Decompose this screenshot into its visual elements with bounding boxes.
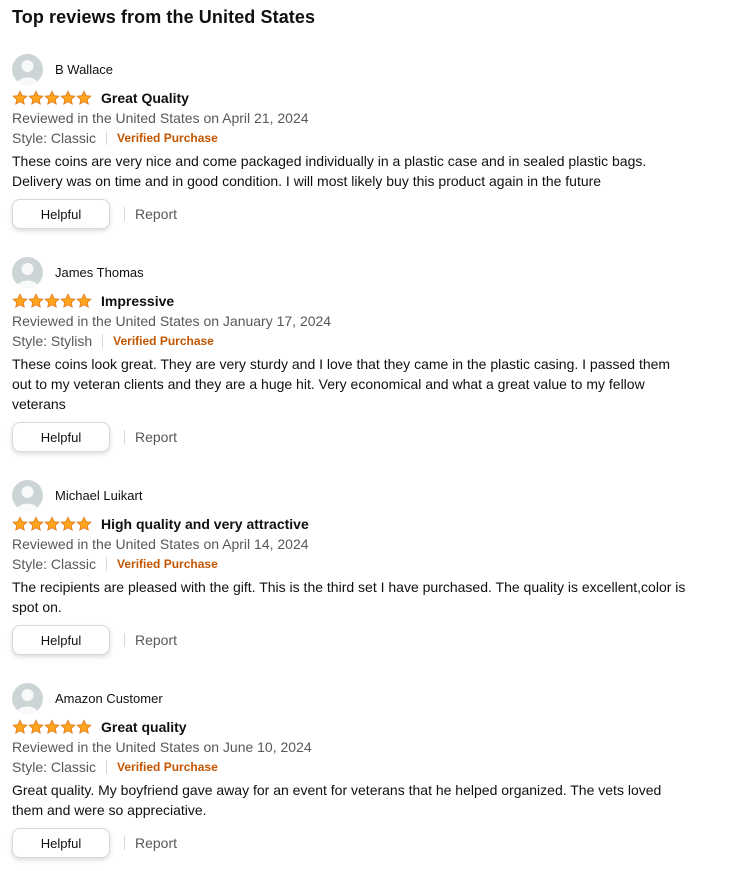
review-date: Reviewed in the United States on April 2… (12, 110, 309, 126)
star-icon (60, 293, 76, 308)
star-icon (12, 719, 28, 734)
star-icon (28, 719, 44, 734)
star-rating[interactable] (12, 90, 92, 106)
divider (102, 334, 104, 348)
star-icon (76, 516, 92, 531)
star-rating[interactable] (12, 516, 92, 532)
reviewer-row: Michael Luikart (12, 479, 712, 511)
review-style[interactable]: Style: Classic (12, 130, 96, 146)
star-icon (60, 516, 76, 531)
review-item: Michael Luikart High quality and very at… (12, 479, 712, 655)
review-title[interactable]: Great quality (101, 719, 187, 735)
verified-purchase-badge: Verified Purchase (117, 131, 218, 145)
divider (124, 207, 125, 221)
star-icon (28, 90, 44, 105)
helpful-button[interactable]: Helpful (12, 625, 110, 655)
divider (106, 557, 108, 571)
review-date: Reviewed in the United States on April 1… (12, 536, 309, 552)
verified-purchase-badge: Verified Purchase (117, 557, 218, 571)
verified-purchase-badge: Verified Purchase (113, 334, 214, 348)
review-title[interactable]: Great Quality (101, 90, 189, 106)
star-icon (44, 90, 60, 105)
section-title: Top reviews from the United States (12, 7, 316, 27)
review-item: James Thomas Impressive Reviewed in the … (12, 256, 712, 452)
reviews-page: Top reviews from the United States B Wal… (0, 0, 739, 871)
user-avatar-icon (12, 53, 43, 85)
star-icon (76, 719, 92, 734)
star-icon (28, 516, 44, 531)
review-date: Reviewed in the United States on June 10… (12, 739, 312, 755)
user-avatar-icon (12, 479, 43, 511)
review-title[interactable]: Impressive (101, 293, 174, 309)
star-icon (12, 516, 28, 531)
review-date: Reviewed in the United States on January… (12, 313, 332, 329)
review-style[interactable]: Style: Stylish (12, 333, 92, 349)
review-body: The recipients are pleased with the gift… (12, 579, 686, 615)
reviewer-row: B Wallace (12, 53, 712, 85)
report-link[interactable]: Report (135, 835, 177, 851)
helpful-button[interactable]: Helpful (12, 422, 110, 452)
star-icon (28, 293, 44, 308)
divider (106, 760, 108, 774)
review-style[interactable]: Style: Classic (12, 556, 96, 572)
verified-purchase-badge: Verified Purchase (117, 760, 218, 774)
star-icon (60, 90, 76, 105)
star-icon (12, 90, 28, 105)
star-icon (76, 90, 92, 105)
star-rating[interactable] (12, 719, 92, 735)
reviewer-name[interactable]: B Wallace (55, 62, 113, 77)
review-item: Amazon Customer Great quality Reviewed i… (12, 682, 712, 858)
divider (124, 430, 125, 444)
star-icon (44, 293, 60, 308)
review-item: B Wallace Great Quality Reviewed in the … (12, 53, 712, 229)
reviewer-name[interactable]: Michael Luikart (55, 488, 142, 503)
star-icon (60, 719, 76, 734)
reviewer-name[interactable]: James Thomas (55, 265, 144, 280)
reviewer-row: Amazon Customer (12, 682, 712, 714)
star-icon (76, 293, 92, 308)
helpful-button[interactable]: Helpful (12, 828, 110, 858)
review-body: These coins are very nice and come packa… (12, 153, 647, 189)
review-title[interactable]: High quality and very attractive (101, 516, 309, 532)
report-link[interactable]: Report (135, 429, 177, 445)
report-link[interactable]: Report (135, 206, 177, 222)
divider (124, 633, 125, 647)
review-body: Great quality. My boyfriend gave away fo… (12, 782, 662, 818)
review-style[interactable]: Style: Classic (12, 759, 96, 775)
helpful-button[interactable]: Helpful (12, 199, 110, 229)
review-body: These coins look great. They are very st… (12, 356, 671, 412)
star-rating[interactable] (12, 293, 92, 309)
star-icon (12, 293, 28, 308)
user-avatar-icon (12, 682, 43, 714)
divider (124, 836, 125, 850)
user-avatar-icon (12, 256, 43, 288)
divider (106, 131, 108, 145)
star-icon (44, 516, 60, 531)
reviewer-name[interactable]: Amazon Customer (55, 691, 163, 706)
reviewer-row: James Thomas (12, 256, 712, 288)
star-icon (44, 719, 60, 734)
report-link[interactable]: Report (135, 632, 177, 648)
